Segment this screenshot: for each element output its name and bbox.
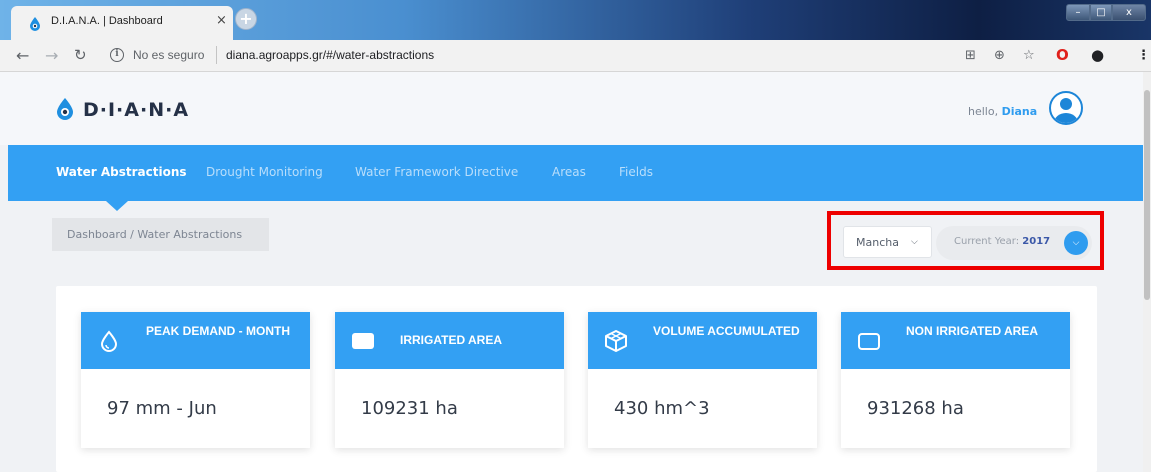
nav-water-framework-directive[interactable]: Water Framework Directive: [355, 165, 518, 179]
bookmark-star-icon[interactable]: ☆: [1023, 48, 1035, 63]
greeting-text: hello,: [968, 105, 1002, 118]
translate-icon[interactable]: ⊞: [965, 48, 976, 63]
info-icon[interactable]: i: [110, 48, 124, 62]
diana-favicon-icon: [30, 17, 40, 31]
diana-drop-logo-icon: [57, 98, 73, 120]
stat-card-non-irrigated-area: NON IRRIGATED AREA 931268 ha: [841, 312, 1070, 448]
zoom-icon[interactable]: ⊕: [994, 48, 1005, 63]
active-nav-indicator: [106, 201, 128, 211]
profile-icon[interactable]: ●: [1091, 46, 1104, 64]
main-navbar: Water Abstractions Drought Monitoring Wa…: [8, 145, 1143, 201]
card-header: PEAK DEMAND - MONTH: [81, 312, 310, 369]
nav-water-abstractions[interactable]: Water Abstractions: [56, 165, 187, 179]
user-name[interactable]: Diana: [1002, 105, 1038, 118]
outline-rectangle-icon: [858, 333, 880, 350]
card-value: 109231 ha: [361, 398, 458, 419]
omnibox-divider: [216, 46, 217, 64]
window-maximize-button[interactable]: □: [1090, 4, 1112, 21]
forward-arrow-icon[interactable]: →: [45, 46, 58, 65]
scrollbar-thumb[interactable]: [1144, 90, 1150, 300]
page-scrollbar[interactable]: [1143, 72, 1151, 472]
diana-logo-text[interactable]: D·I·A·N·A: [83, 99, 189, 121]
breadcrumb-text[interactable]: Dashboard / Water Abstractions: [67, 228, 242, 241]
card-title: PEAK DEMAND - MONTH: [146, 324, 290, 338]
menu-dots-icon[interactable]: ⋮: [1137, 48, 1150, 63]
insecure-label: No es seguro: [133, 48, 205, 62]
card-value: 430 hm^3: [614, 398, 710, 419]
reload-icon[interactable]: ↻: [74, 46, 87, 64]
back-arrow-icon[interactable]: ←: [16, 46, 29, 65]
card-header: VOLUME ACCUMULATED: [588, 312, 817, 369]
user-greeting: hello, Diana: [968, 105, 1037, 118]
card-header: NON IRRIGATED AREA: [841, 312, 1070, 369]
cube-icon: [605, 330, 627, 352]
opera-icon[interactable]: O: [1056, 46, 1069, 64]
stat-card-irrigated-area: IRRIGATED AREA 109231 ha: [335, 312, 564, 448]
address-bar[interactable]: i No es seguro diana.agroapps.gr/#/water…: [100, 44, 1030, 68]
url-text[interactable]: diana.agroapps.gr/#/water-abstractions: [226, 48, 434, 62]
breadcrumb: Dashboard / Water Abstractions: [52, 218, 269, 251]
card-value: 97 mm - Jun: [107, 398, 217, 419]
web-page: D·I·A·N·A hello, Diana Water Abstraction…: [0, 72, 1143, 472]
nav-drought-monitoring[interactable]: Drought Monitoring: [206, 165, 323, 179]
new-tab-button[interactable]: +: [235, 8, 257, 30]
window-close-button[interactable]: x: [1112, 4, 1146, 21]
stat-card-volume-accumulated: VOLUME ACCUMULATED 430 hm^3: [588, 312, 817, 448]
card-value: 931268 ha: [867, 398, 964, 419]
user-avatar-icon: [1054, 98, 1078, 123]
browser-toolbar: ← → ↻ i No es seguro diana.agroapps.gr/#…: [0, 40, 1151, 72]
card-title: VOLUME ACCUMULATED: [653, 324, 800, 338]
card-title: IRRIGATED AREA: [400, 333, 502, 347]
nav-fields[interactable]: Fields: [619, 165, 653, 179]
highlight-box: [827, 211, 1104, 270]
stat-card-peak-demand: PEAK DEMAND - MONTH 97 mm - Jun: [81, 312, 310, 448]
window-minimize-button[interactable]: –: [1066, 4, 1090, 21]
water-drop-icon: [100, 330, 118, 352]
tab-close-icon[interactable]: ×: [216, 13, 227, 28]
card-title: NON IRRIGATED AREA: [906, 324, 1038, 338]
card-header: IRRIGATED AREA: [335, 312, 564, 369]
nav-areas[interactable]: Areas: [552, 165, 586, 179]
site-header: D·I·A·N·A hello, Diana: [0, 72, 1143, 145]
browser-tab[interactable]: D.I.A.N.A. | Dashboard ×: [11, 6, 233, 40]
tab-title: D.I.A.N.A. | Dashboard: [51, 15, 163, 27]
filled-rectangle-icon: [352, 333, 374, 349]
browser-titlebar: D.I.A.N.A. | Dashboard × + – □ x: [0, 0, 1151, 40]
avatar[interactable]: [1049, 91, 1083, 125]
